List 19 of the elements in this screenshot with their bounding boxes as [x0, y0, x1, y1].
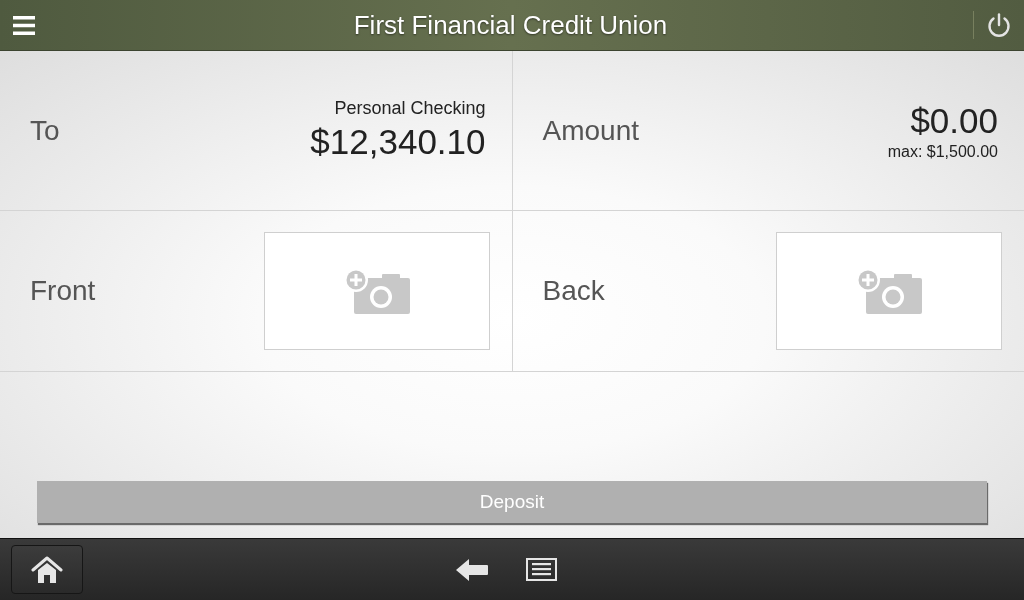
account-name: Personal Checking	[334, 97, 486, 120]
amount-value: $0.00	[910, 99, 998, 142]
field-label: To	[30, 113, 60, 148]
field-label: Amount	[542, 113, 639, 148]
add-photo-camera-icon	[343, 268, 410, 314]
add-photo-camera-icon	[856, 268, 922, 314]
power-icon	[987, 12, 1011, 38]
list-menu-button[interactable]	[525, 558, 557, 581]
app-title: First Financial Credit Union	[352, 8, 669, 42]
amount-limit: max: $1,500.00	[887, 142, 998, 163]
menu-icon	[13, 15, 35, 35]
list-icon	[525, 558, 557, 581]
photo-label: Front	[30, 274, 96, 308]
home-button[interactable]	[11, 545, 83, 594]
back-arrow-icon	[455, 558, 488, 581]
photo-label: Back	[542, 274, 605, 308]
back-button[interactable]	[455, 558, 488, 581]
home-icon	[31, 555, 63, 584]
account-balance: $12,340.10	[310, 120, 486, 163]
